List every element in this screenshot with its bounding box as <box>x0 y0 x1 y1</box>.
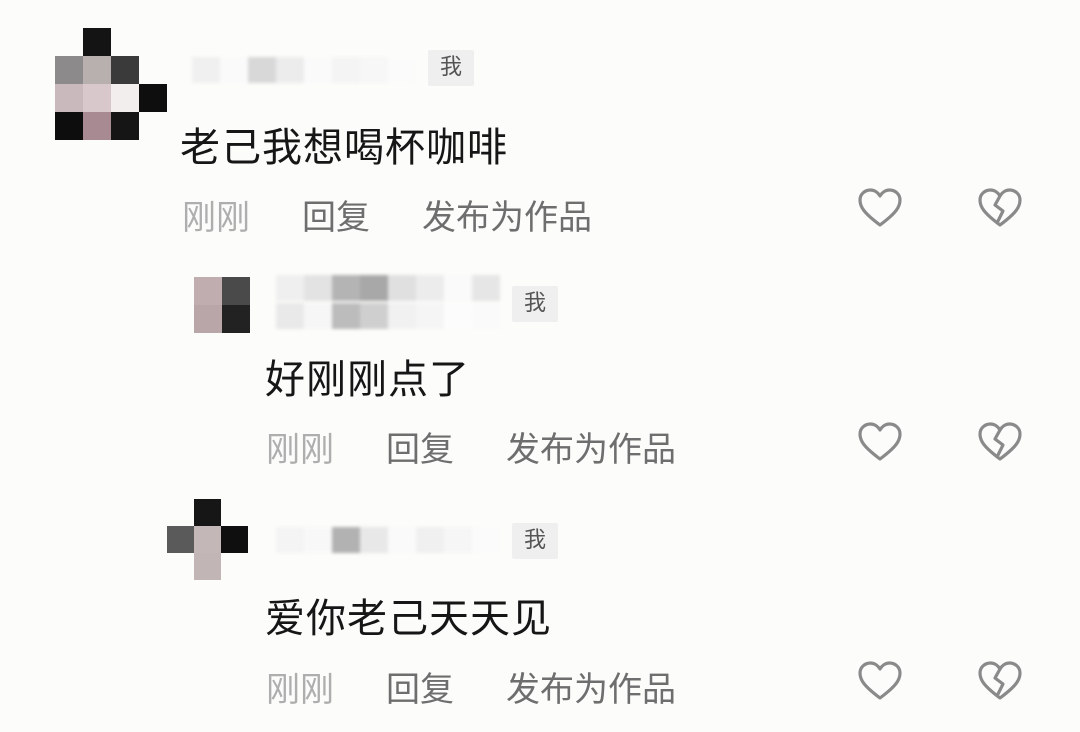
comment-text: 爱你老己天天见 <box>265 596 552 642</box>
heart-outline-icon <box>858 188 902 227</box>
comment-text: 老己我想喝杯咖啡 <box>180 125 508 171</box>
timestamp: 刚刚 <box>266 430 334 470</box>
dislike-button[interactable] <box>976 419 1024 467</box>
comment-meta: 刚刚 回复 发布为作品 <box>266 422 676 471</box>
comment-text: 好刚刚点了 <box>265 357 470 403</box>
like-button[interactable] <box>856 658 904 706</box>
publish-as-post-button[interactable]: 发布为作品 <box>506 430 676 470</box>
timestamp: 刚刚 <box>266 670 334 710</box>
dislike-button[interactable] <box>976 658 1024 706</box>
reply-button[interactable]: 回复 <box>302 198 370 238</box>
heart-outline-icon <box>858 422 902 461</box>
comment-meta: 刚刚 回复 发布为作品 <box>182 190 592 239</box>
username-blurred[interactable] <box>276 274 504 330</box>
broken-heart-icon <box>978 422 1022 461</box>
me-badge: 我 <box>512 286 559 322</box>
username-blurred[interactable] <box>192 42 422 98</box>
broken-heart-icon <box>978 661 1022 700</box>
like-button[interactable] <box>856 419 904 467</box>
reply-button[interactable]: 回复 <box>386 670 454 710</box>
broken-heart-icon <box>978 188 1022 227</box>
dislike-button[interactable] <box>976 185 1024 233</box>
publish-as-post-button[interactable]: 发布为作品 <box>422 198 592 238</box>
avatar[interactable] <box>167 499 248 580</box>
avatar[interactable] <box>55 28 167 140</box>
me-badge: 我 <box>428 50 475 86</box>
comment-item: 我 老己我想喝杯咖啡 刚刚 回复 发布为作品 <box>0 0 1080 250</box>
comment-meta: 刚刚 回复 发布为作品 <box>266 662 676 711</box>
reply-button[interactable]: 回复 <box>386 430 454 470</box>
like-button[interactable] <box>856 185 904 233</box>
reply-item: 我 爱你老己天天见 刚刚 回复 发布为作品 <box>0 490 1080 732</box>
publish-as-post-button[interactable]: 发布为作品 <box>506 670 676 710</box>
me-badge: 我 <box>512 523 559 559</box>
avatar[interactable] <box>194 277 250 333</box>
heart-outline-icon <box>858 661 902 700</box>
timestamp: 刚刚 <box>182 198 250 238</box>
username-blurred[interactable] <box>276 512 504 568</box>
reply-item: 我 好刚刚点了 刚刚 回复 发布为作品 <box>0 250 1080 490</box>
